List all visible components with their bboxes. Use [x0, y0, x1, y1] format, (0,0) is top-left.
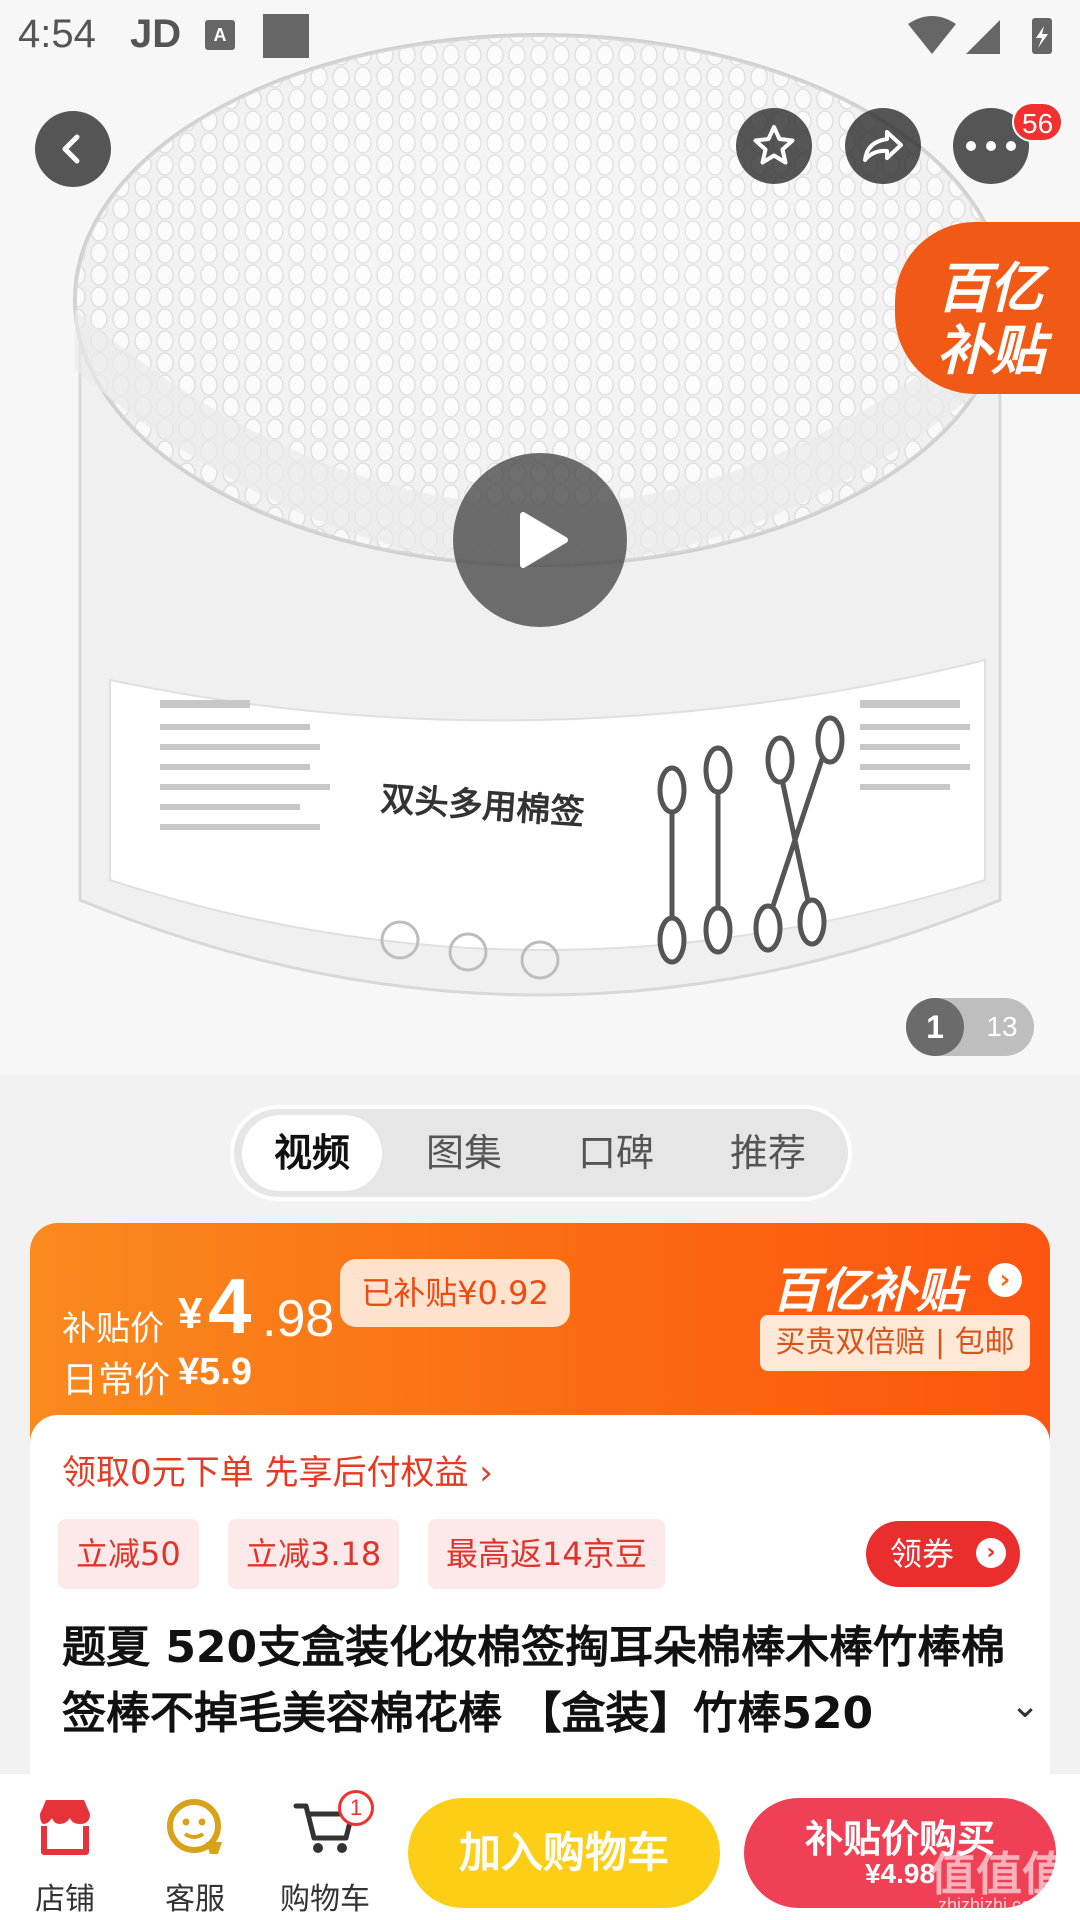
- guarantee-tag: 买贵双倍赔 | 包邮: [760, 1315, 1030, 1371]
- chevron-down-icon[interactable]: ⌄: [1010, 1685, 1040, 1726]
- price-integer: 4: [208, 1262, 252, 1350]
- status-time: 4:54: [18, 12, 96, 56]
- daily-price-label: 日常价: [62, 1360, 171, 1401]
- more-dots-icon: [966, 141, 1016, 151]
- star-icon: [753, 125, 795, 165]
- share-icon: [863, 130, 903, 162]
- image-pager: 1 13: [906, 998, 1034, 1056]
- product-image-carousel[interactable]: 双头多用棉签 4:54 JD A 56 百亿 补贴 1 13: [0, 0, 1080, 1075]
- tab-recommend[interactable]: 推荐: [698, 1115, 838, 1191]
- chevron-right-icon[interactable]: ›: [988, 1263, 1022, 1297]
- play-icon: [520, 512, 568, 568]
- subsidy-corner-badge: 百亿 补贴: [895, 222, 1080, 394]
- subsidy-badge-line2: 补贴: [937, 319, 1045, 382]
- service-label: 客服: [165, 1882, 225, 1917]
- customer-service-button[interactable]: 客服: [140, 1792, 250, 1917]
- tab-reviews[interactable]: 口碑: [546, 1115, 686, 1191]
- pager-total: 13: [986, 1011, 1018, 1042]
- app-screen: 双头多用棉签 4:54 JD A 56 百亿 补贴 1 13 视频 图集 口碑 …: [0, 0, 1080, 1920]
- notification-icon: [263, 14, 309, 58]
- store-icon: [40, 1800, 90, 1855]
- subsidy-price-label: 补贴价: [62, 1309, 164, 1349]
- add-to-cart-button[interactable]: 加入购物车: [408, 1798, 720, 1908]
- coupon-tag[interactable]: 最高返14京豆: [428, 1519, 665, 1589]
- price-currency: ¥: [178, 1289, 203, 1338]
- status-app-name: JD: [130, 12, 182, 56]
- subsidy-amount-tag: 已补贴¥0.92: [340, 1259, 570, 1327]
- favorite-button[interactable]: [736, 108, 812, 184]
- back-button[interactable]: [35, 111, 111, 187]
- wifi-icon: [908, 16, 956, 54]
- store-label: 店铺: [35, 1882, 95, 1917]
- cart-label: 购物车: [280, 1882, 370, 1917]
- tab-gallery[interactable]: 图集: [394, 1115, 534, 1191]
- product-title: 题夏 520支盒装化妆棉签掏耳朵棉棒木棒竹棒棉签棒不掉毛美容棉花棒 【盒装】竹棒…: [62, 1622, 1006, 1739]
- bottom-action-bar: 店铺 客服 购物车 1 加入购物车 补贴价购买 ¥4.98: [0, 1774, 1080, 1920]
- play-video-button[interactable]: [453, 453, 627, 627]
- chevron-right-icon: ›: [976, 1538, 1006, 1568]
- more-count-badge: 56: [1012, 102, 1064, 142]
- tab-video[interactable]: 视频: [242, 1115, 382, 1191]
- service-icon: [167, 1799, 222, 1854]
- coupon-tag[interactable]: 立减3.18: [228, 1519, 400, 1589]
- pay-later-link[interactable]: 领取0元下单 先享后付权益 ›: [62, 1445, 493, 1494]
- get-coupon-label: 领券: [890, 1535, 955, 1573]
- get-coupon-button[interactable]: 领券 ›: [866, 1521, 1020, 1587]
- price-decimal: .98: [262, 1290, 335, 1348]
- cellular-icon: [966, 20, 1000, 54]
- chevron-left-icon: [62, 134, 80, 164]
- media-tabs: 视频 图集 口碑 推荐: [230, 1105, 852, 1201]
- daily-price: ¥5.9: [178, 1351, 252, 1393]
- cart-count-badge: 1: [338, 1790, 374, 1826]
- status-bar: 4:54 JD A: [0, 0, 1080, 80]
- watermark-url: zhizhizhi.com: [938, 1895, 1047, 1915]
- signal-battery-icons: [908, 16, 1052, 54]
- coupon-tag[interactable]: 立减50: [58, 1519, 199, 1589]
- share-button[interactable]: [845, 108, 921, 184]
- accessibility-icon: A: [205, 20, 235, 50]
- store-button[interactable]: 店铺: [10, 1792, 120, 1917]
- subsidy-brand-title[interactable]: 百亿补贴: [772, 1251, 964, 1321]
- pager-current: 1: [906, 998, 964, 1056]
